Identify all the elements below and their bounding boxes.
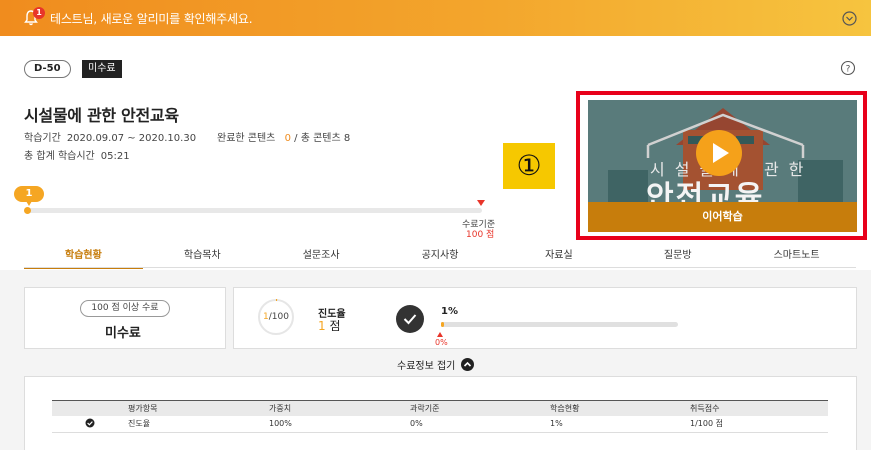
requirement-pill: 100 점 이상 수료: [80, 300, 170, 317]
table-header: 과락기준: [410, 400, 550, 416]
progress-ring-label: 1/100: [259, 312, 293, 322]
cell-score: 1/100 점: [690, 415, 828, 433]
tabs-divider: [24, 267, 856, 268]
cell-cutoff: 0%: [410, 415, 550, 433]
table-row: 진도율 100% 0% 1% 1/100 점: [52, 415, 828, 433]
study-period-label: 학습기간: [24, 133, 61, 144]
percent-marker-icon: [437, 332, 443, 337]
table-header: 학습현황: [550, 400, 690, 416]
help-icon[interactable]: ?: [840, 60, 856, 76]
check-circle-icon: [396, 305, 424, 333]
chevron-down-circle-icon[interactable]: [842, 11, 857, 26]
tab-library[interactable]: 자료실: [499, 247, 618, 269]
rate-unit: 점: [329, 319, 341, 333]
progress-rate-value: 1 점: [318, 317, 341, 334]
svg-text:?: ?: [846, 65, 851, 75]
completion-status: 미수료: [105, 326, 141, 341]
course-tabs: 학습현황 학습목차 설문조사 공지사항 자료실 질문방 스마트노트: [24, 247, 856, 269]
progress-track: [26, 208, 482, 213]
study-period: 학습기간 2020.09.07 ~ 2020.10.30: [24, 129, 196, 144]
chevron-up-circle-icon: [461, 358, 475, 371]
table-header-row: 평가항목 가중치 과락기준 학습현황 취득점수: [52, 400, 828, 416]
callout-number: ①: [503, 143, 555, 189]
tab-learning-status[interactable]: 학습현황: [24, 247, 143, 269]
study-period-value: 2020.09.07 ~ 2020.10.30: [66, 133, 197, 144]
tab-notices[interactable]: 공지사항: [381, 247, 500, 269]
percent-fill: [441, 322, 444, 327]
resume-learning-button[interactable]: 이어학습: [588, 202, 857, 232]
page-title: 시설물에 관한 안전교육: [24, 106, 179, 125]
total-contents: / 총 콘텐츠 8: [294, 133, 351, 144]
check-icon: [52, 415, 128, 433]
study-time-value: 05:21: [100, 151, 130, 162]
notification-bar[interactable]: 1 테스트님, 새로운 알리미를 확인해주세요.: [0, 0, 871, 36]
table-header-check: [52, 400, 128, 416]
study-time-label: 총 합계 학습시간: [24, 151, 95, 162]
play-icon: [713, 143, 729, 163]
grades-table: 평가항목 가중치 과락기준 학습현황 취득점수 진도율 100% 0% 1% 1…: [52, 400, 828, 433]
percent-label: 1%: [441, 306, 458, 317]
percent-track: [441, 322, 678, 327]
table-header: 평가항목: [128, 400, 269, 416]
fold-toggle-label: 수료정보 접기: [397, 361, 456, 372]
percent-zero-label: 0%: [435, 338, 448, 347]
tab-qna[interactable]: 질문방: [618, 247, 737, 269]
target-value: 100 점: [466, 230, 495, 240]
status-tag: 미수료: [82, 60, 122, 78]
cell-item: 진도율: [128, 415, 269, 433]
total-study-time: 총 합계 학습시간 05:21: [24, 147, 130, 162]
progress-bubble: 1: [14, 186, 44, 206]
table-header: 가중치: [269, 400, 410, 416]
notification-message[interactable]: 테스트님, 새로운 알리미를 확인해주세요.: [50, 10, 253, 27]
target-marker-icon: [477, 200, 485, 206]
completed-label: 완료한 콘텐츠: [217, 133, 276, 144]
cell-weight: 100%: [269, 415, 410, 433]
tab-smart-note[interactable]: 스마트노트: [737, 247, 856, 269]
cell-status: 1%: [550, 415, 690, 433]
table-header: 취득점수: [690, 400, 828, 416]
dday-badge: D-50: [24, 60, 71, 78]
fold-completion-info-toggle[interactable]: 수료정보 접기: [397, 357, 475, 372]
completed-contents: 완료한 콘텐츠 0 / 총 콘텐츠 8: [217, 129, 350, 144]
tab-survey[interactable]: 설문조사: [262, 247, 381, 269]
progress-current-dot: [24, 207, 31, 214]
tab-contents[interactable]: 학습목차: [143, 247, 262, 269]
notification-count-badge: 1: [33, 7, 45, 19]
rate-number: 1: [318, 319, 326, 333]
play-button[interactable]: [696, 130, 742, 176]
ring-total: /100: [268, 312, 289, 322]
completed-value: 0: [284, 133, 291, 144]
